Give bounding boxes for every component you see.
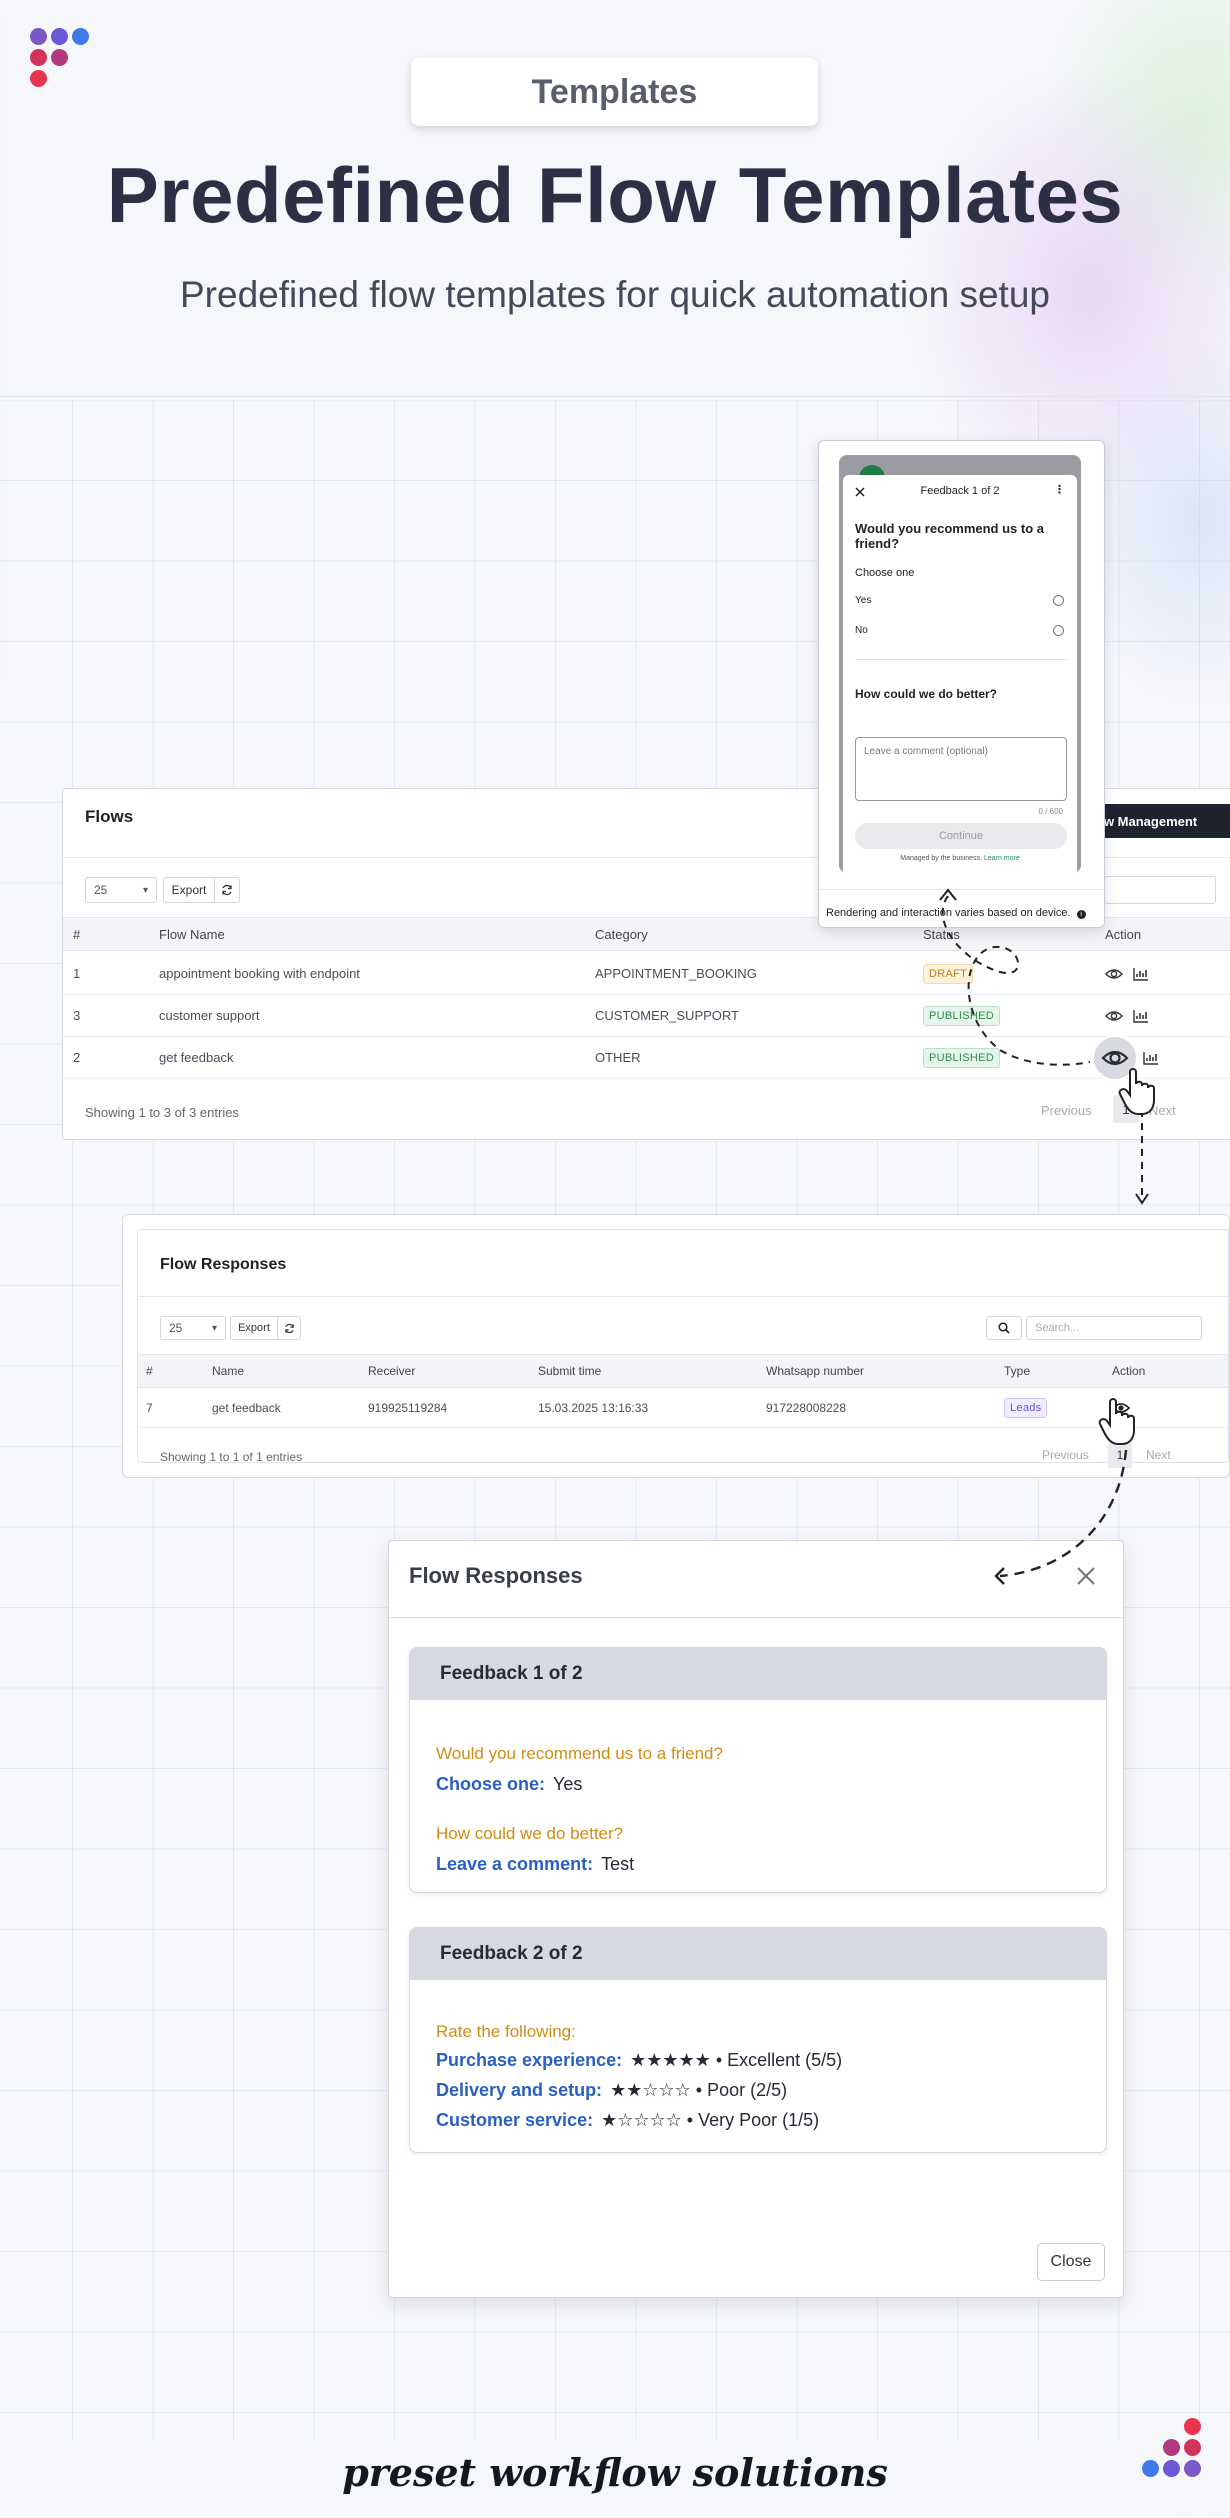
preview-question1: Would you recommend us to a friend? bbox=[855, 521, 1045, 551]
flow-responses-panel: Flow Responses 25 ▾ Export Search... # N… bbox=[122, 1214, 1230, 1478]
bar-chart-icon[interactable] bbox=[1143, 1051, 1161, 1065]
responses-title: Flow Responses bbox=[160, 1256, 287, 1273]
preview-header: Feedback 1 of 2 bbox=[920, 485, 1000, 497]
refresh-button[interactable] bbox=[214, 877, 240, 903]
card-header: Feedback 2 of 2 bbox=[410, 1928, 1106, 1980]
previous-button[interactable]: Previous bbox=[1041, 1103, 1092, 1118]
export-button[interactable]: Export bbox=[230, 1316, 278, 1340]
table-row: 1 appointment booking with endpoint APPO… bbox=[63, 953, 1230, 995]
status-badge: DRAFT bbox=[923, 963, 974, 984]
rating-row: Delivery and setup: ★★☆☆☆ • Poor (2/5) bbox=[436, 2080, 788, 2100]
bar-chart-icon[interactable] bbox=[1133, 967, 1151, 981]
more-vert-icon[interactable]: ⋮ bbox=[1054, 483, 1065, 496]
radio-yes[interactable] bbox=[1053, 595, 1064, 606]
refresh-icon bbox=[284, 1323, 294, 1333]
managed-by-text: Managed by the business. bbox=[900, 855, 982, 862]
page-size-select[interactable]: 25 ▾ bbox=[85, 877, 157, 903]
tagline: preset workflow solutions bbox=[342, 2450, 888, 2495]
rating-row: Customer service: ★☆☆☆☆ • Very Poor (1/5) bbox=[436, 2110, 820, 2130]
question-text: Rate the following: bbox=[436, 2022, 576, 2041]
eye-icon[interactable] bbox=[1112, 1401, 1130, 1415]
status-badge: PUBLISHED bbox=[923, 1047, 1001, 1068]
page-title: Predefined Flow Templates bbox=[106, 151, 1124, 239]
question-text: How could we do better? bbox=[436, 1824, 624, 1843]
next-button[interactable]: Next bbox=[1149, 1103, 1176, 1118]
table-row: 2 get feedback OTHER PUBLISHED bbox=[63, 1034, 1230, 1082]
responses-search-input[interactable]: Search... bbox=[1026, 1316, 1202, 1340]
flows-title: Flows bbox=[85, 807, 134, 826]
refresh-icon bbox=[222, 884, 232, 896]
chevron-down-icon: ▾ bbox=[142, 884, 148, 896]
close-button[interactable]: Close bbox=[1037, 2243, 1105, 2281]
modal-title: Flow Responses bbox=[409, 1563, 583, 1588]
card-header: Feedback 1 of 2 bbox=[410, 1648, 1106, 1700]
feedback-card-1: Feedback 1 of 2 Would you recommend us t… bbox=[409, 1647, 1107, 1893]
preview-question2: How could we do better? bbox=[855, 687, 998, 701]
responses-footer: Showing 1 to 1 of 1 entries bbox=[160, 1450, 303, 1464]
question-text: Would you recommend us to a friend? bbox=[436, 1744, 723, 1763]
page-number[interactable]: 1 bbox=[1108, 1442, 1132, 1468]
page-size-select[interactable]: 25 ▾ bbox=[160, 1316, 226, 1340]
flows-footer: Showing 1 to 3 of 3 entries bbox=[85, 1105, 239, 1120]
templates-badge: Templates bbox=[411, 58, 818, 126]
export-button[interactable]: Export bbox=[163, 877, 215, 903]
search-icon bbox=[998, 1322, 1010, 1334]
table-row: 3 customer support CUSTOMER_SUPPORT PUBL… bbox=[63, 995, 1230, 1037]
page-number[interactable]: 1 bbox=[1113, 1095, 1139, 1123]
answer-row: Choose one: Yes bbox=[436, 1774, 583, 1794]
flow-sheet: Feedback 1 of 2 ⋮ Would you recommend us… bbox=[843, 475, 1077, 873]
flow-preview-phone: Feedback 1 of 2 ⋮ Would you recommend us… bbox=[818, 440, 1105, 928]
flows-search-input[interactable] bbox=[1104, 876, 1216, 904]
responses-table-header: # Name Receiver Submit time Whatsapp num… bbox=[138, 1354, 1228, 1388]
next-button[interactable]: Next bbox=[1146, 1448, 1171, 1462]
info-icon[interactable]: i bbox=[1076, 910, 1086, 919]
answer-row: Leave a comment: Test bbox=[436, 1854, 635, 1874]
header-divider bbox=[0, 396, 1230, 397]
flow-responses-modal: Flow Responses Feedback 1 of 2 Would you… bbox=[388, 1540, 1124, 2298]
refresh-button[interactable] bbox=[277, 1316, 301, 1340]
continue-button[interactable]: Continue bbox=[855, 823, 1067, 849]
radio-no[interactable] bbox=[1053, 625, 1064, 636]
star-rating: ★★☆☆☆ bbox=[610, 2080, 691, 2100]
page-subtitle: Predefined flow templates for quick auto… bbox=[180, 274, 1050, 315]
device-note: Rendering and interaction varies based o… bbox=[826, 907, 1071, 919]
type-badge: Leads bbox=[1004, 1397, 1048, 1418]
star-rating: ★☆☆☆☆ bbox=[601, 2110, 682, 2130]
learn-more-link[interactable]: Learn more bbox=[984, 855, 1020, 862]
eye-icon[interactable] bbox=[1091, 1034, 1139, 1082]
flow-management-button[interactable]: ow Management bbox=[1090, 804, 1230, 838]
brand-logo bbox=[28, 26, 98, 96]
eye-icon[interactable] bbox=[1105, 1009, 1123, 1023]
chevron-down-icon: ▾ bbox=[211, 1322, 217, 1334]
eye-icon[interactable] bbox=[1105, 967, 1123, 981]
star-rating: ★★★★★ bbox=[630, 2050, 711, 2070]
close-icon[interactable] bbox=[1075, 1565, 1097, 1587]
bar-chart-icon[interactable] bbox=[1133, 1009, 1151, 1023]
choose-one-label: Choose one bbox=[855, 567, 915, 579]
option-no-label: No bbox=[855, 625, 868, 636]
status-badge: PUBLISHED bbox=[923, 1005, 1001, 1026]
feedback-card-2: Feedback 2 of 2 Rate the following: Purc… bbox=[409, 1927, 1107, 2153]
comment-textarea[interactable]: Leave a comment (optional) bbox=[855, 737, 1067, 801]
option-yes-label: Yes bbox=[855, 595, 872, 606]
table-row: 7 get feedback 919925119284 15.03.2025 1… bbox=[138, 1388, 1228, 1428]
search-button[interactable] bbox=[986, 1316, 1022, 1340]
char-counter: 0 / 600 bbox=[1038, 807, 1063, 816]
rating-row: Purchase experience: ★★★★★ • Excellent (5… bbox=[436, 2050, 843, 2070]
previous-button[interactable]: Previous bbox=[1042, 1448, 1089, 1462]
